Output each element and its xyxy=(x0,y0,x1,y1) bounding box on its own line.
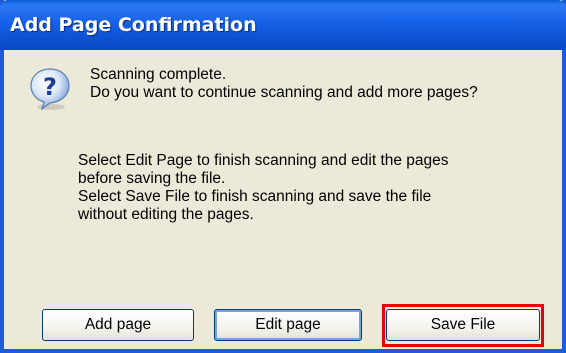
edit-page-button[interactable]: Edit page xyxy=(214,309,362,341)
svg-text:?: ? xyxy=(43,73,57,101)
add-page-label: Add page xyxy=(84,316,152,333)
info-line-1: Select Edit Page to finish scanning and … xyxy=(78,152,449,169)
info-line-3: Select Save File to finish scanning and … xyxy=(78,188,432,205)
edit-page-label: Edit page xyxy=(255,316,321,333)
add-page-button[interactable]: Add page xyxy=(42,309,194,341)
title-bar[interactable]: Add Page Confirmation xyxy=(0,0,566,50)
save-file-button[interactable]: Save File xyxy=(386,309,540,341)
save-file-label: Save File xyxy=(430,316,496,333)
dialog-title: Add Page Confirmation xyxy=(10,14,257,36)
message-line-2: Do you want to continue scanning and add… xyxy=(90,84,478,101)
info-line-2: before saving the file. xyxy=(78,170,226,187)
add-page-confirmation-dialog: Add Page Confirmation ? Scanning complet… xyxy=(0,0,566,353)
question-mark-icon: ? xyxy=(28,67,72,111)
message-line-1: Scanning complete. xyxy=(90,66,227,83)
info-line-4: without editing the pages. xyxy=(78,206,254,223)
